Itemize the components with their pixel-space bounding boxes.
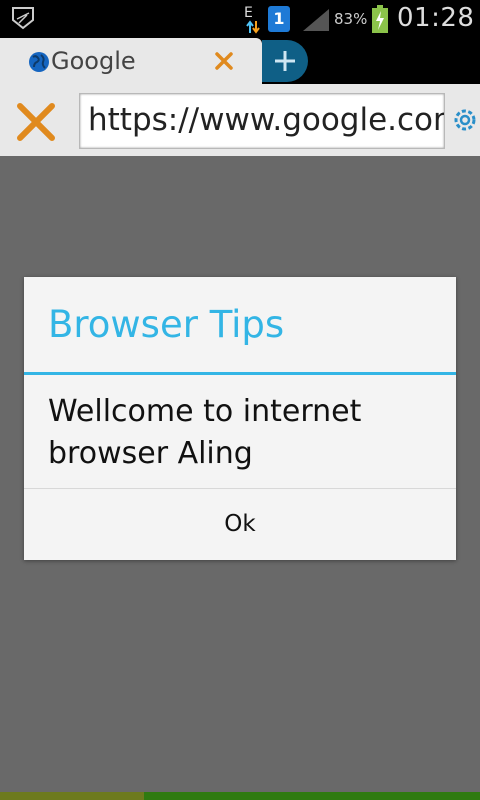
globe-icon [29, 52, 49, 72]
battery-percent: 83% [334, 10, 368, 28]
url-text: https://www.google.com [88, 102, 445, 138]
ok-button[interactable]: Ok [24, 489, 456, 560]
signal-icon [303, 9, 329, 31]
url-input[interactable]: https://www.google.com [79, 93, 445, 149]
plus-icon [275, 51, 295, 71]
dialog-title: Browser Tips [48, 303, 285, 346]
status-bar: E 1 83% 01:28 [0, 0, 480, 38]
new-tab-button[interactable] [262, 40, 308, 82]
browser-tips-dialog: Browser Tips Wellcome to internet browse… [24, 277, 456, 560]
bottom-strip-left [0, 792, 144, 800]
dialog-message: Wellcome to internet browser Aling [48, 394, 362, 471]
clock-time: 01:28 [397, 3, 475, 33]
app-notification-icon [12, 7, 34, 30]
tab-title: Google [51, 47, 136, 75]
network-type-label: E [244, 5, 253, 21]
data-arrows-icon [246, 20, 260, 34]
bottom-strip-right [144, 792, 480, 800]
stop-loading-icon[interactable] [14, 100, 58, 144]
gear-icon[interactable] [452, 107, 478, 133]
dialog-title-divider [24, 372, 456, 375]
battery-charging-icon [372, 5, 388, 33]
notification-1-icon: 1 [268, 6, 290, 32]
close-tab-icon[interactable] [212, 49, 236, 73]
